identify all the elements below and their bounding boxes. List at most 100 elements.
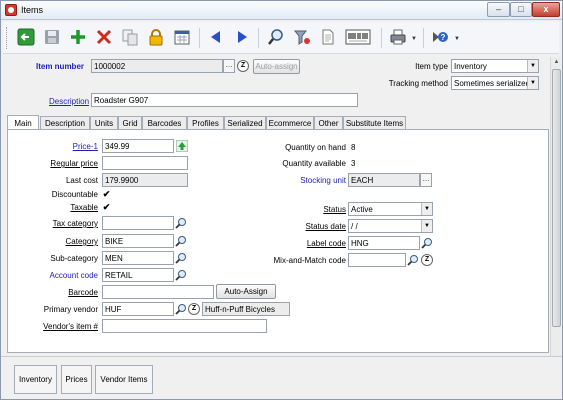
primary-vendor-label: Primary vendor	[43, 305, 98, 314]
account-code-field[interactable]: RETAIL	[102, 268, 174, 282]
sub-category-lookup-button[interactable]	[174, 251, 188, 265]
tab-units[interactable]: Units	[90, 116, 118, 130]
vendor-item-field[interactable]	[102, 319, 267, 333]
search-icon	[407, 255, 418, 266]
search-button[interactable]	[265, 26, 287, 48]
vertical-scrollbar[interactable]: ▲ ▼	[550, 57, 561, 365]
toolbar-separator	[381, 28, 382, 48]
tab-ecommerce[interactable]: Ecommerce	[266, 116, 314, 130]
previous-button[interactable]	[205, 26, 227, 48]
mix-match-z-button[interactable]: Z	[421, 254, 433, 266]
items-window: Items – □ x ▼ ? ▼ Item number 1000002 … …	[0, 0, 563, 400]
chevron-down-icon: ▼	[527, 60, 538, 72]
last-cost-label: Last cost	[65, 176, 98, 185]
help-dropdown-arrow[interactable]: ▼	[454, 36, 460, 42]
minimize-button[interactable]: –	[487, 2, 510, 17]
mix-match-lookup-button[interactable]	[406, 253, 420, 267]
description-label: Description	[49, 97, 89, 106]
status-date-label: Status date	[254, 222, 346, 231]
vendor-items-button[interactable]: Vendor Items	[95, 365, 153, 394]
item-number-field[interactable]: 1000002	[91, 59, 223, 73]
tax-category-lookup-button[interactable]	[174, 216, 188, 230]
auto-assign-button[interactable]: Auto-assign	[253, 59, 300, 74]
tab-main[interactable]: Main	[7, 115, 39, 130]
price-up-button[interactable]	[175, 139, 189, 153]
account-code-lookup-button[interactable]	[174, 268, 188, 282]
discountable-checkbox[interactable]: ✔	[102, 190, 111, 199]
main-tab-panel: Price-1 349.99 Regular price Last cost 1…	[7, 129, 549, 353]
primary-vendor-z-button[interactable]: Z	[188, 303, 200, 315]
mix-match-field[interactable]	[348, 253, 406, 267]
print-dropdown-arrow[interactable]: ▼	[411, 36, 417, 42]
tab-barcodes[interactable]: Barcodes	[142, 116, 187, 130]
discountable-label: Discountable	[51, 190, 98, 199]
tax-category-label-text: Tax category	[52, 219, 98, 228]
category-lookup-button[interactable]	[174, 234, 188, 248]
status-label-text: Status	[323, 205, 346, 214]
document-button[interactable]	[317, 26, 339, 48]
item-number-z-button[interactable]: Z	[237, 60, 249, 72]
tab-serialized[interactable]: Serialized	[224, 116, 266, 130]
calendar-button[interactable]	[171, 26, 193, 48]
next-button[interactable]	[231, 26, 253, 48]
add-button[interactable]	[67, 26, 89, 48]
copy-button[interactable]	[119, 26, 141, 48]
toolbar: ▼ ? ▼	[3, 22, 559, 54]
sub-category-field[interactable]: MEN	[102, 251, 174, 265]
description-field[interactable]: Roadster G907	[91, 93, 358, 107]
status-date-value: / /	[351, 222, 358, 231]
print-button[interactable]	[387, 26, 409, 48]
quantity-available-label: Quantity available	[282, 159, 346, 168]
scroll-up-icon[interactable]: ▲	[551, 57, 562, 67]
tab-description[interactable]: Description	[40, 116, 90, 130]
tab-substitute-items[interactable]: Substitute Items	[343, 116, 406, 130]
auto-assign-barcode-button[interactable]: Auto-Assign	[216, 284, 276, 299]
item-type-value: Inventory	[454, 62, 487, 71]
bottom-button-bar: Inventory Prices Vendor Items	[1, 356, 562, 399]
primary-vendor-lookup-button[interactable]	[174, 302, 188, 316]
status-date-field[interactable]: / / ▼	[348, 219, 433, 233]
lock-button[interactable]	[145, 26, 167, 48]
barcode-button[interactable]	[343, 26, 373, 48]
tab-profiles[interactable]: Profiles	[187, 116, 224, 130]
tracking-method-value: Sometimes serialized	[454, 79, 531, 88]
tax-category-field[interactable]	[102, 216, 174, 230]
toolbar-separator	[199, 28, 200, 48]
item-type-select[interactable]: Inventory ▼	[451, 59, 539, 73]
tracking-method-select[interactable]: Sometimes serialized ▼	[451, 76, 539, 90]
item-number-lookup-button[interactable]: …	[223, 59, 235, 73]
item-number-label: Item number	[36, 62, 85, 71]
category-field[interactable]: BIKE	[102, 234, 174, 248]
save-button[interactable]	[41, 26, 63, 48]
status-select[interactable]: Active ▼	[348, 202, 433, 216]
primary-vendor-field[interactable]: HUF	[102, 302, 174, 316]
scrollbar-thumb[interactable]	[552, 69, 561, 327]
maximize-button[interactable]: □	[510, 2, 532, 17]
prices-button[interactable]: Prices	[61, 365, 92, 394]
toolbar-separator	[258, 28, 259, 48]
item-type-label: Item type	[415, 62, 448, 71]
regular-price-field[interactable]	[102, 156, 188, 170]
label-code-lookup-button[interactable]	[420, 236, 434, 250]
price1-field[interactable]: 349.99	[102, 139, 174, 153]
tab-grid[interactable]: Grid	[118, 116, 142, 130]
print-icon	[390, 29, 406, 45]
back-button[interactable]	[15, 26, 37, 48]
delete-button[interactable]	[93, 26, 115, 48]
save-icon	[45, 30, 59, 44]
filter-button[interactable]	[291, 26, 313, 48]
taxable-checkbox[interactable]: ✔	[102, 203, 111, 212]
document-icon	[322, 29, 334, 45]
copy-icon	[122, 29, 138, 46]
status-value: Active	[351, 205, 373, 214]
search-icon	[268, 29, 283, 45]
help-button[interactable]: ?	[429, 26, 451, 48]
inventory-button[interactable]: Inventory	[14, 365, 57, 394]
label-code-field[interactable]: HNG	[348, 236, 420, 250]
tab-other[interactable]: Other	[314, 116, 343, 130]
barcode-field[interactable]	[102, 285, 214, 299]
stocking-unit-lookup-button[interactable]: …	[420, 173, 432, 187]
search-icon	[175, 253, 186, 264]
chevron-down-icon: ▼	[421, 220, 432, 232]
close-button[interactable]: x	[532, 2, 560, 17]
